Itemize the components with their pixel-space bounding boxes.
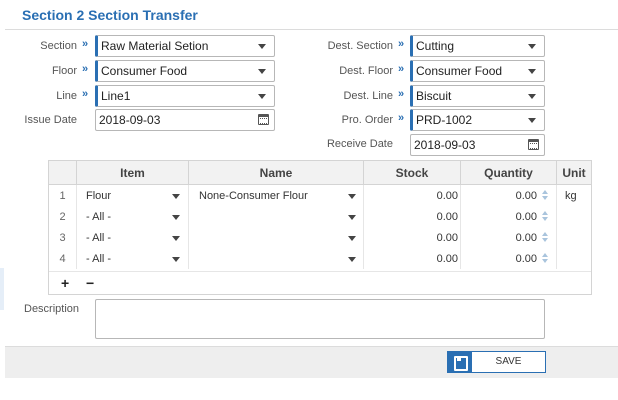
- receive-date-value: 2018-09-03: [414, 138, 476, 152]
- floor-required-marker: »: [82, 63, 89, 75]
- chevron-down-icon: [528, 118, 536, 123]
- item-select[interactable]: - All -: [86, 211, 111, 223]
- line-label: Line: [56, 90, 77, 102]
- chevron-down-icon[interactable]: [172, 194, 180, 199]
- dest-floor-label: Dest. Floor: [339, 65, 393, 77]
- dest-line-required-marker: »: [398, 88, 405, 100]
- save-button[interactable]: SAVE: [447, 351, 546, 373]
- stock-value: 0.00: [436, 211, 458, 223]
- table-row[interactable]: 4 - All - 0.00 0.00: [49, 249, 591, 270]
- issue-date-input[interactable]: 2018-09-03: [95, 109, 275, 131]
- section-label: Section: [40, 40, 77, 52]
- grid-footer: + −: [49, 271, 591, 294]
- grid-header-unit[interactable]: Unit: [557, 161, 591, 185]
- quantity-input[interactable]: 0.00: [461, 190, 537, 202]
- floor-value: Consumer Food: [101, 64, 188, 78]
- chevron-down-icon[interactable]: [348, 215, 356, 220]
- grid-header-rownum: [49, 161, 77, 185]
- section-select[interactable]: Raw Material Setion: [95, 35, 275, 57]
- dest-line-value: Biscuit: [416, 89, 452, 103]
- chevron-down-icon[interactable]: [172, 236, 180, 241]
- grid-header-name[interactable]: Name: [189, 161, 364, 185]
- receive-date-input[interactable]: 2018-09-03: [410, 134, 545, 156]
- dest-section-value: Cutting: [416, 39, 455, 53]
- chevron-down-icon[interactable]: [348, 236, 356, 241]
- dest-line-select[interactable]: Biscuit: [410, 85, 545, 107]
- section-value: Raw Material Setion: [101, 39, 209, 53]
- name-select[interactable]: None-Consumer Flour: [199, 190, 308, 202]
- floor-label: Floor: [51, 65, 77, 77]
- quantity-stepper[interactable]: [541, 252, 550, 265]
- chevron-down-icon: [258, 44, 266, 49]
- section-required-marker: »: [82, 38, 89, 50]
- item-select[interactable]: - All -: [86, 232, 111, 244]
- chevron-down-icon[interactable]: [172, 257, 180, 262]
- chevron-down-icon[interactable]: [172, 215, 180, 220]
- description-label: Description: [24, 303, 80, 315]
- floor-select[interactable]: Consumer Food: [95, 60, 275, 82]
- grid-header-quantity[interactable]: Quantity: [461, 161, 557, 185]
- dest-floor-required-marker: »: [398, 63, 405, 75]
- remove-row-button[interactable]: −: [86, 275, 94, 291]
- dest-section-label: Dest. Section: [327, 40, 393, 52]
- quantity-input[interactable]: 0.00: [461, 253, 537, 265]
- chevron-down-icon[interactable]: [348, 257, 356, 262]
- item-select[interactable]: Flour: [86, 190, 111, 202]
- stock-value: 0.00: [436, 190, 458, 202]
- pro-order-required-marker: »: [398, 112, 405, 124]
- table-row[interactable]: 3 - All - 0.00 0.00: [49, 228, 591, 249]
- page-title: Section 2 Section Transfer: [22, 7, 198, 23]
- unit-value: kg: [565, 190, 577, 202]
- title-divider: [5, 29, 618, 30]
- quantity-stepper[interactable]: [541, 210, 550, 223]
- quantity-input[interactable]: 0.00: [461, 232, 537, 244]
- stock-value: 0.00: [436, 232, 458, 244]
- row-number: 1: [59, 190, 66, 202]
- table-row[interactable]: 2 - All - 0.00 0.00: [49, 207, 591, 228]
- side-accent: [0, 268, 4, 310]
- pro-order-value: PRD-1002: [416, 113, 473, 127]
- row-number: 2: [59, 211, 66, 223]
- issue-date-label: Issue Date: [24, 114, 77, 126]
- line-required-marker: »: [82, 88, 89, 100]
- chevron-down-icon: [528, 69, 536, 74]
- pro-order-label: Pro. Order: [341, 114, 393, 126]
- chevron-down-icon: [528, 44, 536, 49]
- quantity-input[interactable]: 0.00: [461, 211, 537, 223]
- receive-date-label: Receive Date: [326, 138, 393, 150]
- calendar-icon[interactable]: [528, 139, 539, 150]
- pro-order-select[interactable]: PRD-1002: [410, 109, 545, 131]
- grid-header-item[interactable]: Item: [77, 161, 189, 185]
- items-grid: Item Name Stock Quantity Unit 1 Flour No…: [48, 160, 592, 295]
- row-number: 3: [59, 232, 66, 244]
- description-textarea[interactable]: [95, 299, 545, 339]
- dest-section-required-marker: »: [398, 38, 405, 50]
- line-value: Line1: [101, 89, 131, 103]
- table-row[interactable]: 1 Flour None-Consumer Flour 0.00 0.00 kg: [49, 186, 591, 207]
- issue-date-value: 2018-09-03: [99, 113, 161, 127]
- dest-line-label: Dest. Line: [343, 90, 393, 102]
- grid-header-stock[interactable]: Stock: [364, 161, 461, 185]
- save-icon: [448, 352, 472, 372]
- dest-section-select[interactable]: Cutting: [410, 35, 545, 57]
- item-select[interactable]: - All -: [86, 253, 111, 265]
- quantity-stepper[interactable]: [541, 189, 550, 202]
- row-number: 4: [59, 253, 66, 265]
- dest-floor-value: Consumer Food: [416, 64, 503, 78]
- stock-value: 0.00: [436, 253, 458, 265]
- chevron-down-icon: [528, 94, 536, 99]
- chevron-down-icon: [258, 69, 266, 74]
- dest-floor-select[interactable]: Consumer Food: [410, 60, 545, 82]
- chevron-down-icon: [258, 94, 266, 99]
- save-button-label: SAVE: [495, 356, 522, 367]
- line-select[interactable]: Line1: [95, 85, 275, 107]
- calendar-icon[interactable]: [258, 114, 269, 125]
- chevron-down-icon[interactable]: [348, 194, 356, 199]
- add-row-button[interactable]: +: [61, 275, 69, 291]
- quantity-stepper[interactable]: [541, 231, 550, 244]
